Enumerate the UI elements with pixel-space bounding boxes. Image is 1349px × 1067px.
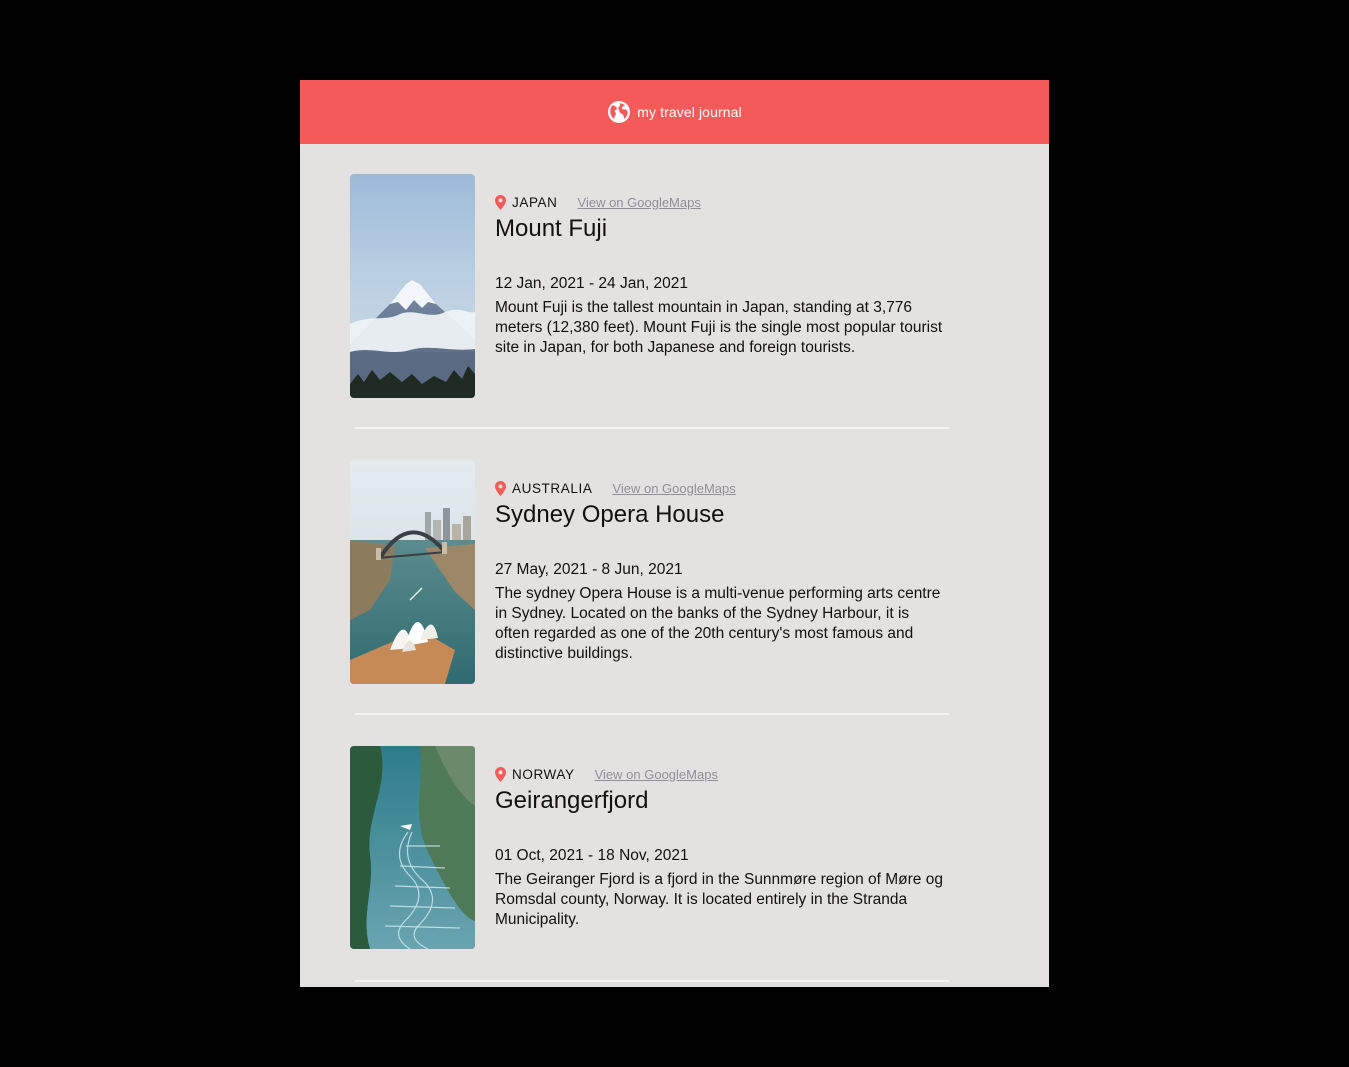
location-pin-icon: [495, 766, 506, 782]
harbour-photo: [350, 460, 475, 684]
country-label: JAPAN: [512, 194, 558, 210]
location-row: AUSTRALIA View on GoogleMaps: [495, 480, 736, 496]
place-title: Mount Fuji: [495, 215, 608, 242]
place-description: The Geiranger Fjord is a fjord in the Su…: [495, 871, 943, 928]
entry-divider: [355, 980, 949, 982]
journal-entry: JAPAN View on GoogleMaps Mount Fuji 12 J…: [350, 174, 950, 398]
location-row: NORWAY View on GoogleMaps: [495, 766, 718, 782]
trip-dates: 27 May, 2021 - 8 Jun, 2021: [495, 561, 683, 578]
entry-divider: [355, 427, 949, 429]
google-maps-link[interactable]: View on GoogleMaps: [578, 195, 701, 210]
mountain-photo: [350, 174, 475, 398]
place-title: Geirangerfjord: [495, 787, 649, 814]
country-label: AUSTRALIA: [512, 480, 593, 496]
entry-photo-sydney-opera-house: [350, 460, 475, 684]
location-row: JAPAN View on GoogleMaps: [495, 194, 701, 210]
journal-entry: NORWAY View on GoogleMaps Geirangerfjord…: [350, 746, 950, 949]
travel-journal-app: my travel journal JAPAN View on GoogleMa…: [300, 80, 1049, 987]
location-pin-icon: [495, 194, 506, 210]
journal-entry: AUSTRALIA View on GoogleMaps Sydney Oper…: [350, 460, 950, 684]
trip-dates: 12 Jan, 2021 - 24 Jan, 2021: [495, 275, 689, 292]
location-pin-icon: [495, 480, 506, 496]
globe-icon: [608, 101, 631, 123]
place-description: The sydney Opera House is a multi-venue …: [495, 585, 941, 662]
app-title: my travel journal: [637, 104, 742, 120]
entry-divider: [355, 713, 949, 715]
app-header: my travel journal: [300, 80, 1049, 144]
entry-photo-geirangerfjord: [350, 746, 475, 949]
place-description: Mount Fuji is the tallest mountain in Ja…: [495, 299, 943, 356]
entry-photo-mount-fuji: [350, 174, 475, 398]
google-maps-link[interactable]: View on GoogleMaps: [612, 481, 735, 496]
place-title: Sydney Opera House: [495, 501, 725, 528]
fjord-photo: [350, 746, 475, 949]
country-label: NORWAY: [512, 766, 575, 782]
google-maps-link[interactable]: View on GoogleMaps: [595, 767, 718, 782]
trip-dates: 01 Oct, 2021 - 18 Nov, 2021: [495, 847, 689, 864]
